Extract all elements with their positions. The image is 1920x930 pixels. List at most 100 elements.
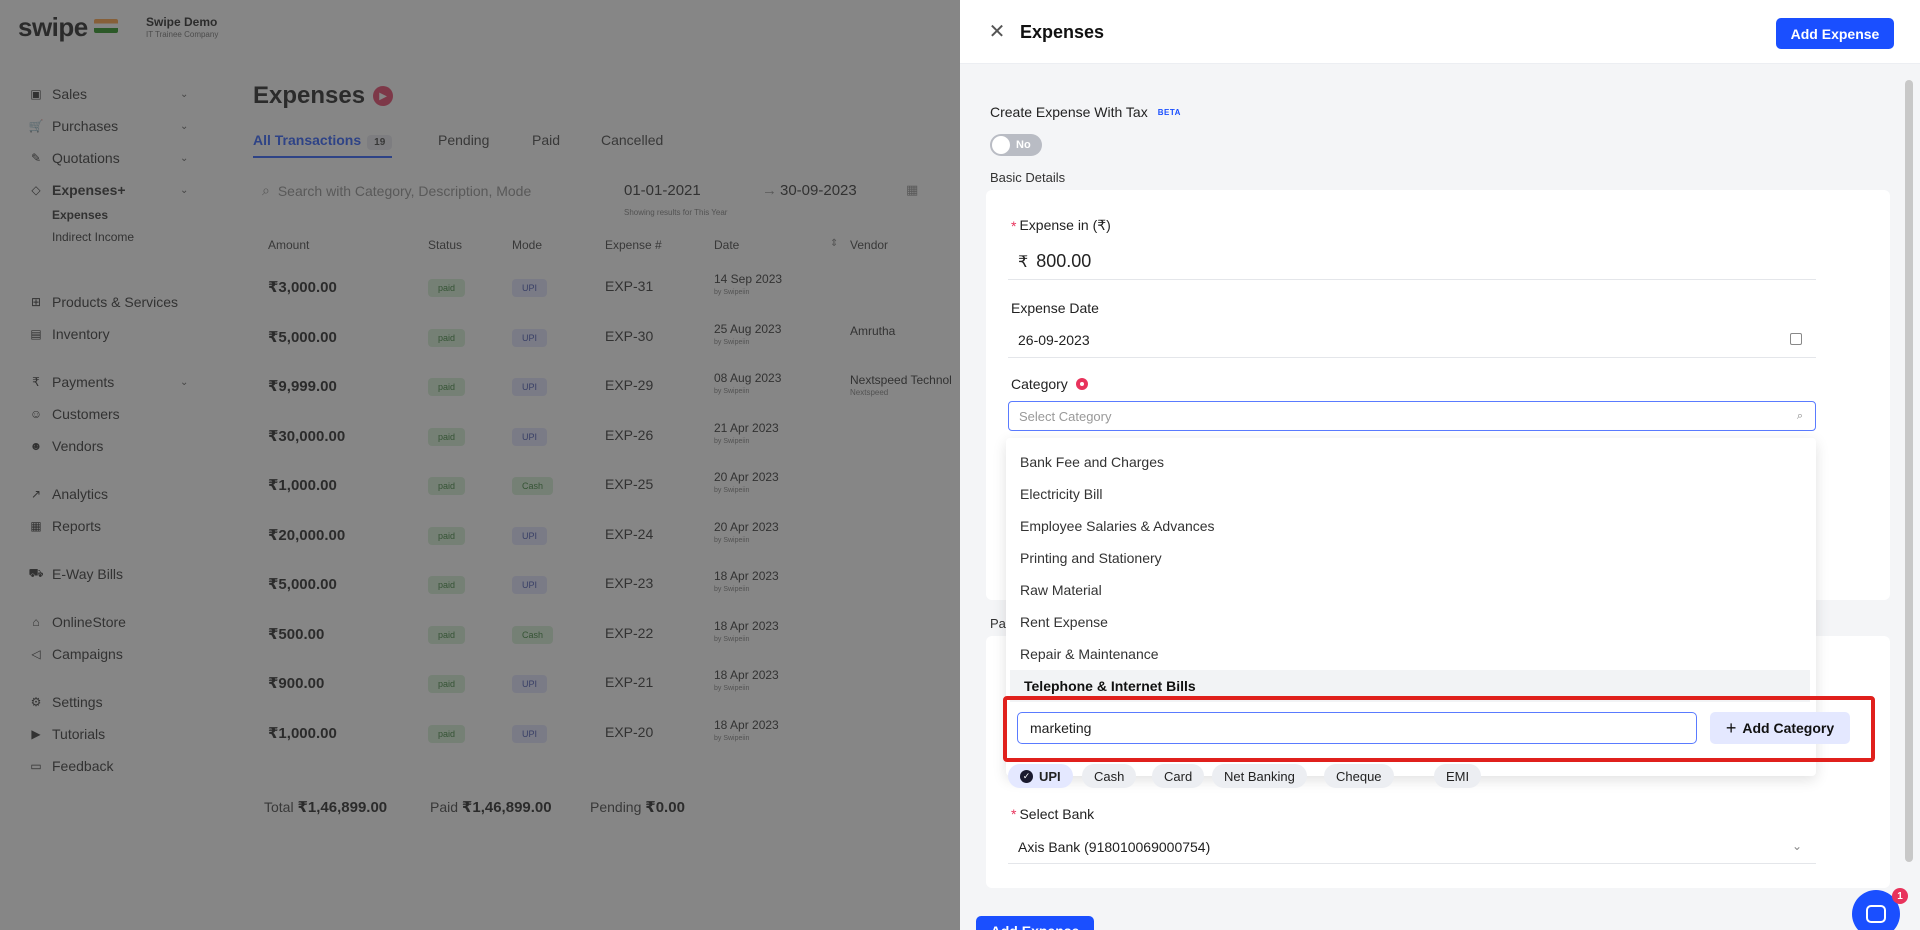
- sidebar-item-settings[interactable]: ⚙ Settings: [28, 692, 103, 712]
- row-date: 20 Apr 2023: [714, 470, 779, 484]
- column-header-vendor[interactable]: Vendor: [850, 238, 888, 252]
- sidebar-item-customers[interactable]: ☺ Customers: [28, 404, 120, 424]
- expense-date-value: 26-09-2023: [1018, 331, 1090, 348]
- sidebar-item-label: Reports: [52, 518, 102, 534]
- sidebar-item-tutorials[interactable]: ▶ Tutorials: [28, 724, 105, 744]
- column-header-date[interactable]: Date: [714, 238, 739, 252]
- expense-amount-input[interactable]: ₹800.00: [1008, 244, 1816, 280]
- row-amount: ₹500.00: [268, 625, 325, 643]
- tab-pending[interactable]: Pending: [438, 132, 489, 148]
- drawer-scrollbar[interactable]: [1902, 74, 1916, 870]
- sidebar-item-reports[interactable]: ▦ Reports: [28, 516, 101, 536]
- row-vendor: Amrutha: [850, 323, 896, 338]
- category-option[interactable]: Repair & Maintenance: [1006, 638, 1816, 670]
- close-icon[interactable]: ✕: [986, 20, 1008, 43]
- expense-date-input[interactable]: 26-09-2023: [1008, 322, 1816, 358]
- sidebar-item-label: Tutorials: [52, 726, 106, 742]
- sidebar-item-expenses[interactable]: ◇ Expenses+ ⌄: [28, 180, 188, 200]
- sidebar-item-campaigns[interactable]: ◁ Campaigns: [28, 644, 122, 664]
- mode-badge: Cash: [512, 477, 554, 495]
- sidebar-item-sales[interactable]: ▣ Sales ⌄: [28, 84, 188, 104]
- scrollbar-thumb[interactable]: [1905, 80, 1913, 862]
- sidebar-item-analytics[interactable]: ↗ Analytics: [28, 484, 108, 504]
- row-amount: ₹1,000.00: [268, 477, 337, 494]
- reports-icon: ▦: [30, 519, 42, 533]
- sidebar-subitem-expenses[interactable]: Expenses: [52, 208, 108, 222]
- youtube-icon: ▶: [31, 727, 41, 741]
- category-option[interactable]: Bank Fee and Charges: [1006, 446, 1816, 478]
- toggle-knob: [992, 136, 1010, 154]
- company-name[interactable]: Swipe Demo: [146, 15, 217, 29]
- payment-mode-net-banking[interactable]: Net Banking: [1212, 764, 1307, 788]
- row-date-by: by Swipeiin: [714, 734, 750, 742]
- bank-select[interactable]: Axis Bank (918010069000754) ⌄: [1008, 830, 1816, 864]
- date-from[interactable]: 01-01-2021: [624, 182, 701, 199]
- page-title: Expenses ▶: [253, 82, 394, 110]
- sort-icon[interactable]: ⇕: [830, 238, 838, 249]
- sidebar-item-onlinestore[interactable]: ⌂ OnlineStore: [28, 612, 126, 632]
- category-option[interactable]: Printing and Stationery: [1006, 542, 1816, 574]
- date-to[interactable]: 30-09-2023: [780, 182, 857, 199]
- sidebar-item-vendors[interactable]: ☻ Vendors: [28, 436, 104, 456]
- sidebar-item-products-services[interactable]: ⊞ Products & Services: [28, 292, 178, 312]
- category-option[interactable]: Electricity Bill: [1006, 478, 1816, 510]
- payment-mode-cash[interactable]: Cash: [1082, 764, 1137, 788]
- payment-mode-cheque[interactable]: Cheque: [1324, 764, 1394, 788]
- info-icon[interactable]: [1075, 378, 1088, 390]
- payment-mode-upi[interactable]: ✓ UPI: [1008, 764, 1073, 788]
- sidebar-item-label: Inventory: [52, 326, 110, 342]
- pending-value: ₹0.00: [645, 799, 685, 816]
- add-expense-footer-button[interactable]: Add Expense: [976, 916, 1094, 930]
- row-date-by: by Swipeiin: [714, 586, 750, 593]
- expense-number: EXP-29: [605, 377, 654, 393]
- search-field[interactable]: ⌕ Search with Category, Description, Mod…: [262, 182, 531, 199]
- sidebar-item-label: Payments: [52, 374, 115, 390]
- calendar-icon[interactable]: ▦: [906, 182, 918, 198]
- drawer-title: Expenses: [1020, 22, 1105, 42]
- calendar-icon[interactable]: [1790, 333, 1802, 345]
- category-option[interactable]: Employee Salaries & Advances: [1006, 510, 1816, 542]
- category-option[interactable]: Raw Material: [1006, 574, 1816, 606]
- expense-amount-label-text: Expense in (₹): [1019, 217, 1111, 233]
- add-expense-button[interactable]: Add Expense: [1776, 18, 1894, 49]
- expense-number: EXP-26: [605, 426, 654, 443]
- payment-mode-card[interactable]: Card: [1152, 764, 1205, 788]
- sidebar-item-purchases[interactable]: 🛒 Purchases ⌄: [28, 116, 189, 136]
- column-header-expense-number[interactable]: Expense #: [605, 238, 662, 252]
- date-separator: →: [762, 182, 777, 199]
- expenses-page: swipe Swipe Demo IT Trainee Company ▣ Sal…: [0, 0, 960, 930]
- sidebar-item-quotations[interactable]: ✎ Quotations ⌄: [28, 148, 188, 168]
- column-header-status[interactable]: Status: [428, 238, 462, 252]
- row-amount: ₹3,000.00: [268, 279, 337, 296]
- mode-badge: Cash: [512, 625, 554, 644]
- sidebar-item-inventory[interactable]: ▤ Inventory: [28, 324, 110, 344]
- column-header-mode[interactable]: Mode: [512, 238, 542, 252]
- status-badge: paid: [428, 477, 466, 495]
- highlight-frame: [1003, 696, 1875, 762]
- mode-badge: UPI: [512, 427, 548, 446]
- chat-icon: [1866, 905, 1886, 923]
- basic-details-label: Basic Details: [990, 170, 1066, 185]
- category-select[interactable]: Select Category ⌕: [1008, 401, 1816, 431]
- sidebar-item-payments[interactable]: ₹ Payments ⌄: [28, 372, 188, 392]
- company-subtitle: IT Trainee Company: [146, 30, 219, 39]
- expense-number: EXP-23: [605, 575, 654, 591]
- store-icon: ⌂: [32, 615, 40, 629]
- play-video-icon[interactable]: ▶: [373, 86, 394, 106]
- swipe-logo[interactable]: swipe: [18, 12, 118, 43]
- paid-value: ₹1,46,899.00: [461, 799, 552, 816]
- payment-mode-emi[interactable]: EMI: [1434, 764, 1482, 788]
- tab-cancelled[interactable]: Cancelled: [601, 132, 663, 148]
- chat-notification-badge: 1: [1892, 888, 1908, 904]
- category-option[interactable]: Rent Expense: [1006, 606, 1816, 638]
- sidebar-item-e-way-bills[interactable]: ⛟ E-Way Bills: [28, 564, 123, 584]
- paid-summary: Paid ₹1,46,899.00: [430, 798, 552, 816]
- tab-paid[interactable]: Paid: [532, 132, 560, 148]
- column-header-amount[interactable]: Amount: [268, 238, 309, 252]
- tax-toggle[interactable]: No: [990, 134, 1042, 156]
- sidebar-subitem-indirect-income[interactable]: Indirect Income: [52, 230, 134, 244]
- sidebar-item-feedback[interactable]: ▭ Feedback: [28, 756, 113, 776]
- sidebar-item-label: Vendors: [52, 438, 104, 454]
- row-date-by: by Swipeiin: [714, 388, 750, 395]
- tab-all-transactions[interactable]: All Transactions 19: [253, 132, 393, 158]
